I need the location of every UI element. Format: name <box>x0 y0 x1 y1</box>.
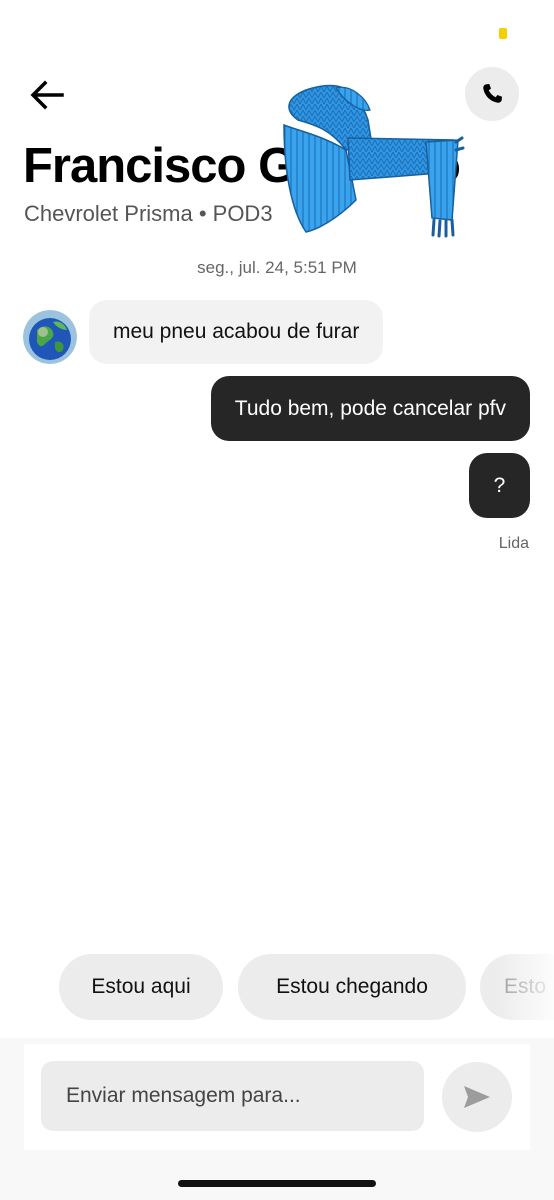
send-icon <box>464 1086 490 1108</box>
globe-icon <box>23 310 77 364</box>
quick-reply-chip[interactable]: Estou chegando <box>238 954 466 1020</box>
message-text: meu pneu acabou de furar <box>113 320 360 343</box>
read-receipt: Lida <box>498 535 529 552</box>
status-indicator-dot <box>499 28 507 39</box>
call-button[interactable] <box>465 67 519 121</box>
home-indicator[interactable] <box>178 1180 376 1187</box>
outgoing-message-bubble: Tudo bem, pode cancelar pfv <box>210 376 530 441</box>
phone-icon <box>483 84 502 103</box>
quick-reply-label: Esto <box>504 975 547 998</box>
outgoing-message-bubble: ? <box>469 453 530 518</box>
conversation-timestamp: seg., jul. 24, 5:51 PM <box>197 258 357 277</box>
message-input[interactable] <box>41 1061 424 1131</box>
message-text: ? <box>493 473 506 497</box>
sender-avatar[interactable] <box>23 310 77 364</box>
driver-name-text: Francisco G <box>23 139 296 193</box>
quick-reply-chip[interactable]: Estou aqui <box>59 954 223 1020</box>
quick-reply-label: Estou aqui <box>91 975 191 998</box>
quick-replies-bar: Estou aqui Estou chegando Esto <box>0 954 554 1020</box>
incoming-message-bubble: meu pneu acabou de furar <box>89 300 384 364</box>
arrow-left-icon <box>30 80 64 110</box>
send-button[interactable] <box>442 1062 512 1132</box>
quick-reply-chip[interactable]: Esto <box>480 954 554 1020</box>
quick-reply-label: Estou chegando <box>276 975 428 998</box>
back-button[interactable] <box>22 70 72 120</box>
scarf-sticker <box>283 84 465 238</box>
driver-name: Francisco Go <box>23 138 461 194</box>
message-text: Tudo bem, pode cancelar pfv <box>234 396 506 420</box>
vehicle-info: Chevrolet Prisma • POD3 <box>24 201 273 226</box>
